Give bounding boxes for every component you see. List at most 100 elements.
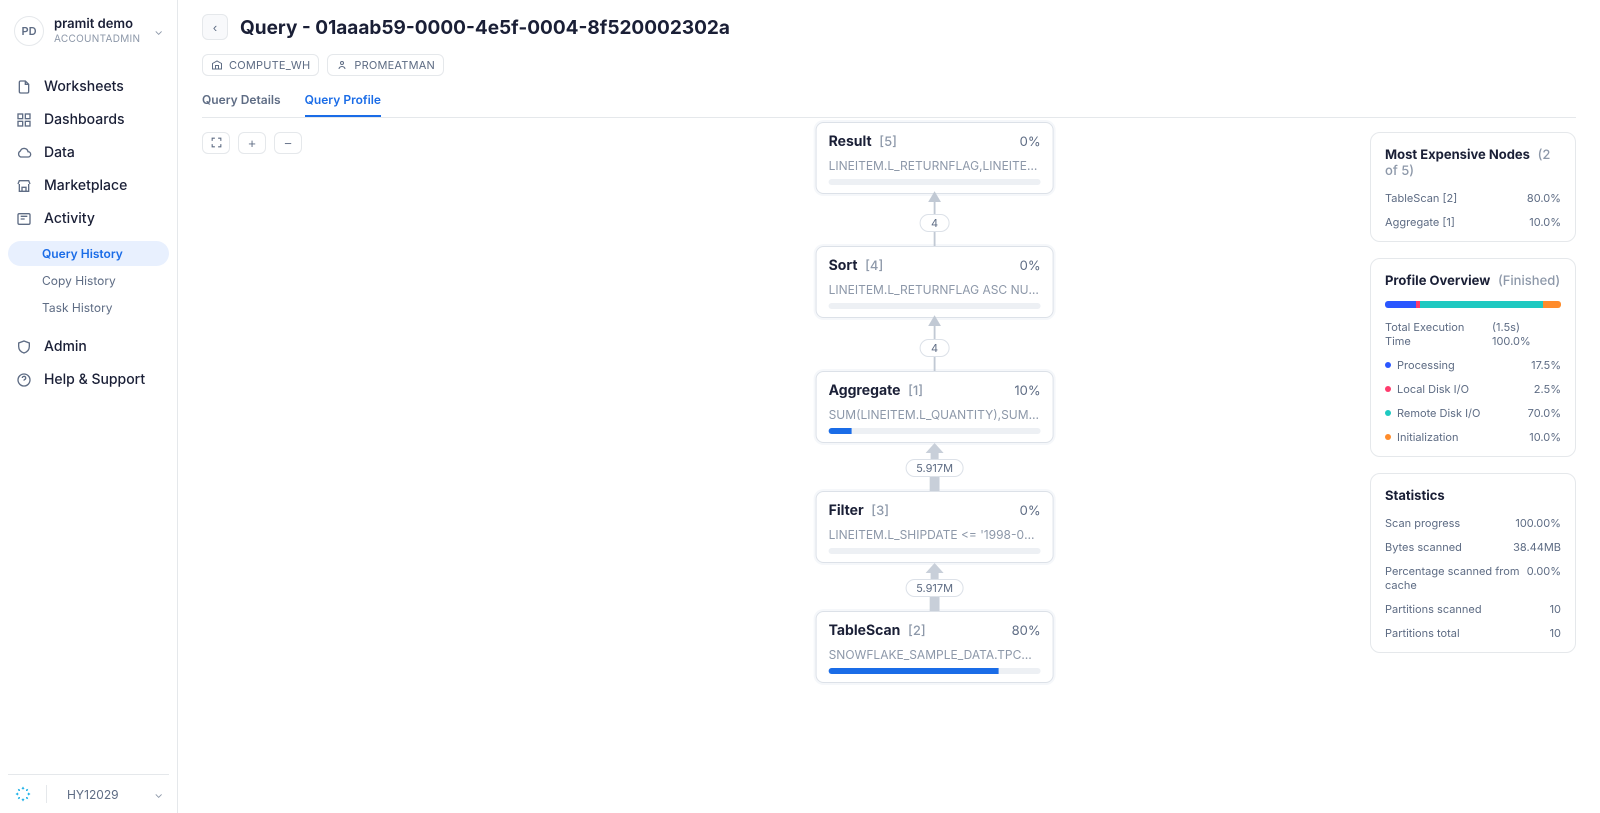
context-chips: COMPUTE_WH PROMEATMAN bbox=[202, 54, 1576, 76]
node-index: [2] bbox=[908, 623, 926, 639]
edge-count: 5.917M bbox=[905, 459, 964, 477]
nav-marketplace[interactable]: Marketplace bbox=[8, 171, 169, 200]
nav-task-history[interactable]: Task History bbox=[8, 295, 169, 320]
row-value: 2.5% bbox=[1534, 382, 1561, 396]
role-chip[interactable]: PROMEATMAN bbox=[327, 54, 444, 76]
node-percent: 0% bbox=[1020, 258, 1041, 274]
stat-row: Partitions total 10 bbox=[1385, 626, 1561, 640]
nav-help[interactable]: Help & Support bbox=[8, 365, 169, 394]
node-bar bbox=[829, 668, 1041, 674]
nav-admin-label: Admin bbox=[44, 338, 87, 355]
nav-help-label: Help & Support bbox=[44, 371, 145, 388]
main-content: ‹ Query - 01aaab59-0000-4e5f-0004-8f5200… bbox=[178, 0, 1600, 813]
node-bar bbox=[829, 548, 1041, 554]
legend-dot-icon bbox=[1385, 362, 1391, 368]
node-name: Sort bbox=[829, 257, 858, 274]
panel-expensive-nodes: Most Expensive Nodes (2 of 5) TableScan … bbox=[1370, 132, 1576, 242]
operator-graph[interactable]: Result [5] 0% LINEITEM.L_RETURNFLAG,LINE… bbox=[745, 122, 1125, 683]
node-detail: LINEITEM.L_SHIPDATE <= '1998-09-02' bbox=[829, 527, 1041, 542]
warehouse-chip[interactable]: COMPUTE_WH bbox=[202, 54, 319, 76]
account-role: ACCOUNTADMIN bbox=[54, 33, 144, 45]
nav-data-label: Data bbox=[44, 144, 75, 161]
zoom-in-button[interactable]: + bbox=[238, 132, 266, 154]
tab-query-profile[interactable]: Query Profile bbox=[305, 92, 381, 117]
arrow-up-icon bbox=[926, 443, 944, 459]
expensive-row[interactable]: Aggregate [1] 10.0% bbox=[1385, 215, 1561, 229]
panel-statistics: Statistics Scan progress 100.00% Bytes s… bbox=[1370, 473, 1576, 653]
total-time: (1.5s) bbox=[1492, 320, 1520, 334]
overview-row: Remote Disk I/O 70.0% bbox=[1385, 406, 1561, 420]
tabs: Query Details Query Profile bbox=[202, 92, 1576, 118]
node-percent: 0% bbox=[1020, 503, 1041, 519]
node-bar bbox=[829, 303, 1041, 309]
legend-dot-icon bbox=[1385, 410, 1391, 416]
total-pct: 100.0% bbox=[1492, 334, 1531, 348]
row-label: Local Disk I/O bbox=[1397, 382, 1469, 396]
panel-profile-overview: Profile Overview (Finished) Total Execut… bbox=[1370, 258, 1576, 457]
node-name: Result bbox=[829, 133, 872, 150]
graph-edge: ▲ 4 bbox=[745, 194, 1125, 246]
node-filter[interactable]: Filter [3] 0% LINEITEM.L_SHIPDATE <= '19… bbox=[816, 491, 1054, 563]
tab-query-details[interactable]: Query Details bbox=[202, 92, 281, 117]
node-result[interactable]: Result [5] 0% LINEITEM.L_RETURNFLAG,LINE… bbox=[816, 122, 1054, 194]
legend-dot-icon bbox=[1385, 434, 1391, 440]
stat-row: Percentage scanned from cache 0.00% bbox=[1385, 564, 1561, 592]
row-value: 38.44MB bbox=[1513, 540, 1561, 554]
nav-query-history[interactable]: Query History bbox=[8, 241, 169, 266]
nav-data[interactable]: Data bbox=[8, 138, 169, 167]
row-label: TableScan [2] bbox=[1385, 191, 1457, 205]
zoom-out-button[interactable]: − bbox=[274, 132, 302, 154]
row-value: 10 bbox=[1550, 626, 1561, 640]
overview-stacked-bar bbox=[1385, 301, 1561, 308]
legend-dot-icon bbox=[1385, 386, 1391, 392]
node-detail: LINEITEM.L_RETURNFLAG ASC NULLS … bbox=[829, 282, 1041, 297]
panel-title: Most Expensive Nodes bbox=[1385, 147, 1530, 163]
stat-row: Partitions scanned 10 bbox=[1385, 602, 1561, 616]
sidebar-footer: HY12029 ⌄ bbox=[8, 774, 169, 813]
node-percent: 80% bbox=[1012, 623, 1041, 639]
node-name: TableScan bbox=[829, 622, 901, 639]
row-label: Remote Disk I/O bbox=[1397, 406, 1480, 420]
nav-worksheets[interactable]: Worksheets bbox=[8, 72, 169, 101]
document-icon bbox=[16, 79, 32, 95]
panel-title: Statistics bbox=[1385, 488, 1561, 504]
row-value: 10 bbox=[1550, 602, 1561, 616]
node-bar bbox=[829, 179, 1041, 185]
user-icon bbox=[336, 59, 348, 71]
divider bbox=[46, 785, 47, 803]
cloud-icon bbox=[16, 145, 32, 161]
fullscreen-icon bbox=[210, 136, 223, 151]
node-index: [1] bbox=[908, 383, 923, 399]
node-index: [5] bbox=[879, 134, 897, 150]
row-label: Bytes scanned bbox=[1385, 540, 1462, 554]
nav-activity[interactable]: Activity bbox=[8, 204, 169, 233]
node-detail: LINEITEM.L_RETURNFLAG,LINEITEM.L_… bbox=[829, 158, 1041, 173]
page-header: ‹ Query - 01aaab59-0000-4e5f-0004-8f5200… bbox=[202, 14, 1576, 40]
nav-dashboards[interactable]: Dashboards bbox=[8, 105, 169, 134]
account-user: pramit demo bbox=[54, 17, 144, 33]
nav-copy-history[interactable]: Copy History bbox=[8, 268, 169, 293]
fullscreen-button[interactable] bbox=[202, 132, 230, 154]
expensive-row[interactable]: TableScan [2] 80.0% bbox=[1385, 191, 1561, 205]
account-switcher[interactable]: PD pramit demo ACCOUNTADMIN ⌄ bbox=[8, 12, 169, 50]
cluster-id: HY12029 bbox=[67, 787, 119, 802]
cluster-selector[interactable]: HY12029 ⌄ bbox=[67, 787, 163, 802]
edge-count: 5.917M bbox=[905, 579, 964, 597]
row-label: Processing bbox=[1397, 358, 1455, 372]
back-button[interactable]: ‹ bbox=[202, 14, 228, 40]
arrow-up-icon bbox=[926, 563, 944, 579]
node-sort[interactable]: Sort [4] 0% LINEITEM.L_RETURNFLAG ASC NU… bbox=[816, 246, 1054, 318]
help-icon bbox=[16, 372, 32, 388]
avatar: PD bbox=[14, 16, 44, 46]
row-label: Total Execution Time bbox=[1385, 320, 1492, 348]
edge-count: 4 bbox=[920, 339, 949, 357]
node-aggregate[interactable]: Aggregate [1] 10% SUM(LINEITEM.L_QUANTIT… bbox=[816, 371, 1054, 443]
chevron-down-icon: ⌄ bbox=[154, 787, 163, 801]
nav-admin[interactable]: Admin bbox=[8, 332, 169, 361]
node-tablescan[interactable]: TableScan [2] 80% SNOWFLAKE_SAMPLE_DATA.… bbox=[816, 611, 1054, 683]
activity-icon bbox=[16, 211, 32, 227]
nav-worksheets-label: Worksheets bbox=[44, 78, 124, 95]
nav-activity-children: Query History Copy History Task History bbox=[8, 241, 169, 320]
nav-activity-label: Activity bbox=[44, 210, 95, 227]
nav-dashboards-label: Dashboards bbox=[44, 111, 125, 128]
